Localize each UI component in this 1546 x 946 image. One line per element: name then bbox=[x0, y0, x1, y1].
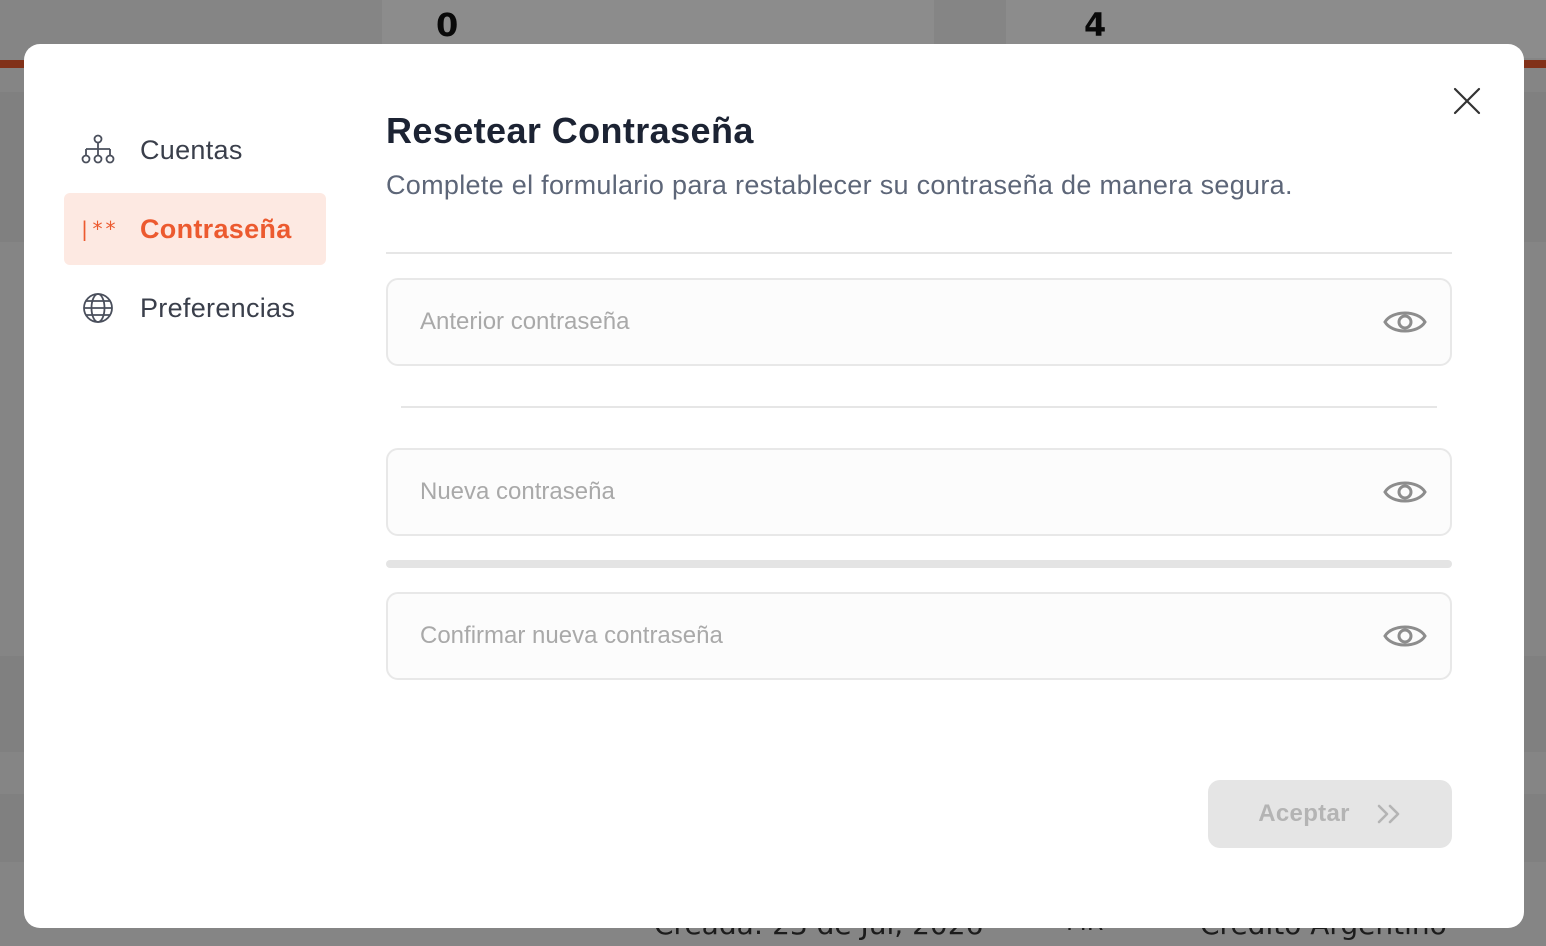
double-chevron-right-icon bbox=[1376, 803, 1402, 825]
show-password-toggle[interactable] bbox=[1382, 299, 1428, 345]
password-icon-glyph: |** bbox=[78, 217, 118, 241]
accept-button[interactable]: Aceptar bbox=[1208, 780, 1452, 848]
reset-password-form: Resetear Contraseña Complete el formular… bbox=[386, 110, 1452, 848]
password-icon: |** bbox=[78, 211, 118, 247]
sidebar-item-contrasena[interactable]: |** Contraseña bbox=[64, 193, 326, 265]
confirm-password-field bbox=[386, 592, 1452, 680]
sitemap-icon bbox=[80, 132, 116, 168]
page-subtitle: Complete el formulario para restablecer … bbox=[386, 170, 1293, 200]
page-title: Resetear Contraseña bbox=[386, 110, 754, 151]
sidebar-item-preferencias[interactable]: Preferencias bbox=[64, 272, 326, 344]
settings-sidebar: Cuentas |** Contraseña Preferencias bbox=[64, 114, 326, 351]
eye-icon bbox=[1383, 481, 1427, 503]
sidebar-item-cuentas[interactable]: Cuentas bbox=[64, 114, 326, 186]
sidebar-item-label: Preferencias bbox=[140, 292, 296, 323]
section-divider bbox=[401, 406, 1437, 408]
show-password-toggle[interactable] bbox=[1382, 613, 1428, 659]
eye-icon bbox=[1383, 625, 1427, 647]
close-icon bbox=[1453, 87, 1481, 115]
show-password-toggle[interactable] bbox=[1382, 469, 1428, 515]
old-password-field bbox=[386, 278, 1452, 366]
confirm-password-input[interactable] bbox=[420, 622, 1382, 650]
settings-modal: Cuentas |** Contraseña Preferencias Rese… bbox=[24, 44, 1524, 928]
eye-icon bbox=[1383, 311, 1427, 333]
new-password-input[interactable] bbox=[420, 478, 1382, 506]
password-strength-bar bbox=[386, 560, 1452, 568]
sidebar-item-label: Contraseña bbox=[140, 213, 292, 244]
close-button[interactable] bbox=[1448, 82, 1486, 120]
header-divider bbox=[386, 252, 1452, 254]
old-password-input[interactable] bbox=[420, 308, 1382, 336]
accept-button-label: Aceptar bbox=[1258, 800, 1350, 827]
globe-icon bbox=[80, 290, 116, 326]
sidebar-item-label: Cuentas bbox=[140, 134, 243, 165]
new-password-field bbox=[386, 448, 1452, 536]
